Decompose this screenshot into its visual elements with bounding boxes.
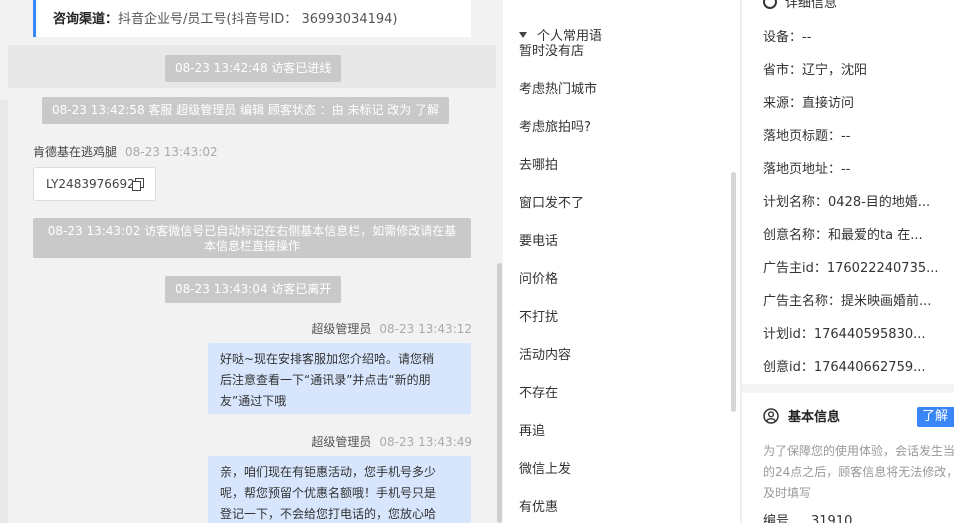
agent-name: 超级管理员 <box>311 322 372 336</box>
edit-notice: 为了保障您的使用体验，会话发生当 的24点之后，顾客信息将无法修改， 及时填写 <box>763 441 954 504</box>
bubble-line: 呢，帮您预留个优惠名额哦！手机号只是 <box>220 486 437 500</box>
phrases-scrollbar[interactable] <box>731 172 736 412</box>
system-message: 08-23 13:42:58 客服 超级管理员 编辑 顾客状态 ：由 未标记 改… <box>42 97 450 124</box>
phrase-group-title: 个人常用语 <box>537 29 603 44</box>
info-row-plan-name: 计划名称：0428-目的地婚... <box>763 195 931 210</box>
phrase-item[interactable]: 不打扰 <box>519 306 558 325</box>
section-separator <box>742 384 954 393</box>
phrase-item[interactable]: 要电话 <box>519 230 558 249</box>
detail-section-title: 详细信息 <box>763 0 837 11</box>
visitor-info-panel: 详细信息 设备：-- 省市：辽宁，沈阳 来源：直接访问 落地页标题：-- 落地页… <box>742 0 954 523</box>
phrase-item[interactable]: 去哪拍 <box>519 154 558 173</box>
visitor-name: 肯德基在逃鸡腿 <box>33 145 118 159</box>
visitor-id-text: LY2483976692 <box>46 177 135 191</box>
info-row-landing-url: 落地页地址：-- <box>763 162 851 177</box>
bubble-line: 后注意查看一下“通讯录”并点击“新的朋 <box>220 373 431 387</box>
visitor-header: 肯德基在逃鸡腿 08-23 13:43:02 <box>33 143 218 160</box>
visitor-time: 08-23 13:43:02 <box>125 145 218 159</box>
copy-icon[interactable] <box>132 178 144 191</box>
agent-name: 超级管理员 <box>311 435 372 449</box>
system-message-line: 08-23 13:43:02 访客微信号已自动标记在右侧基本信息栏，如需修改请在… <box>47 224 457 238</box>
basic-info-title-text: 基本信息 <box>788 410 841 425</box>
bubble-line: 友”通过下哦 <box>220 394 287 408</box>
notice-line: 为了保障您的使用体验，会话发生当 <box>763 444 954 458</box>
visitor-id-card[interactable]: LY2483976692 <box>33 167 156 201</box>
phrase-group-header[interactable]: 个人常用语 <box>519 25 607 44</box>
user-circle-icon <box>763 408 779 424</box>
system-message-line: 本信息栏直接操作 <box>203 239 300 253</box>
chat-scrollbar[interactable] <box>497 263 502 523</box>
agent-message-bubble: 好哒~现在安排客服加您介绍哈。请您稍 后注意查看一下“通讯录”并点击“新的朋 友… <box>208 343 471 414</box>
caret-down-icon <box>519 32 527 38</box>
info-row-advertiser-name: 广告主名称：提米映画婚前... <box>763 294 932 309</box>
system-message: 08-23 13:42:48 访客已进线 <box>165 55 342 82</box>
phrase-item[interactable]: 微信上发 <box>519 458 571 477</box>
agent-time: 08-23 13:43:49 <box>379 435 472 449</box>
source-channel-card: 咨询渠道：抖音企业号/员工号(抖音号ID： 36993034194) <box>33 0 471 37</box>
info-row-advertiser-id: 广告主id：176022240735... <box>763 261 939 276</box>
basic-info-title: 基本信息 <box>763 406 840 425</box>
number-label: 编号 <box>763 514 790 523</box>
phrase-item[interactable]: 有优惠 <box>519 496 558 515</box>
phrase-item[interactable]: 不存在 <box>519 382 558 401</box>
agent-message-header: 超级管理员 08-23 13:43:49 <box>311 433 472 450</box>
info-icon <box>763 0 777 9</box>
info-row-region: 省市：辽宁，沈阳 <box>763 63 868 78</box>
info-row-creative-name: 创意名称：和最爱的ta 在... <box>763 228 923 243</box>
number-value: 31910 <box>811 514 853 523</box>
agent-message-header: 超级管理员 08-23 13:43:12 <box>311 320 472 337</box>
system-message-wechat: 08-23 13:43:02 访客微信号已自动标记在右侧基本信息栏，如需修改请在… <box>33 218 471 258</box>
bubble-line: 登记一下，不会给您打电话的，您放心哈 <box>220 507 437 521</box>
agent-message-bubble: 亲，咱们现在有钜惠活动，您手机号多少 呢，帮您预留个优惠名额哦！手机号只是 登记… <box>208 456 471 523</box>
phrase-item[interactable]: 考虑旅拍吗? <box>519 116 591 135</box>
info-row-source: 来源：直接访问 <box>763 96 855 111</box>
status-dropdown-label: 了解 <box>922 409 949 424</box>
status-dropdown-button[interactable]: 了解 <box>917 407 954 427</box>
source-value: 抖音企业号/员工号(抖音号ID： 36993034194) <box>118 12 398 27</box>
chat-panel: 咨询渠道：抖音企业号/员工号(抖音号ID： 36993034194) 08-23… <box>0 0 503 523</box>
bubble-line: 好哒~现在安排客服加您介绍哈。请您稍 <box>220 352 435 366</box>
agent-time: 08-23 13:43:12 <box>379 322 472 336</box>
common-phrases-panel: 暂时没有店 个人常用语 考虑热门城市 考虑旅拍吗? 去哪拍 窗口发不了 要电话 … <box>503 0 740 523</box>
phrase-item[interactable]: 问价格 <box>519 268 558 287</box>
info-row-number: 编号 31910 <box>763 510 852 523</box>
phrase-item[interactable]: 窗口发不了 <box>519 192 584 211</box>
notice-line: 的24点之后，顾客信息将无法修改， <box>763 465 954 479</box>
info-row-plan-id: 计划id：176440595830... <box>763 327 926 342</box>
notice-line: 及时填写 <box>763 486 812 500</box>
system-message: 08-23 13:43:04 访客已离开 <box>165 276 342 303</box>
phrase-item[interactable]: 再追 <box>519 420 545 439</box>
info-row-creative-id: 创意id：176440662759... <box>763 360 926 375</box>
phrase-item[interactable]: 考虑热门城市 <box>519 78 597 97</box>
detail-title-text: 详细信息 <box>785 0 838 11</box>
chat-left-strip <box>0 100 8 523</box>
source-label: 咨询渠道： <box>53 12 119 27</box>
bubble-line: 亲，咱们现在有钜惠活动，您手机号多少 <box>220 465 437 479</box>
phrase-item[interactable]: 活动内容 <box>519 344 571 363</box>
info-row-device: 设备：-- <box>763 30 812 45</box>
info-row-landing-title: 落地页标题：-- <box>763 129 851 144</box>
